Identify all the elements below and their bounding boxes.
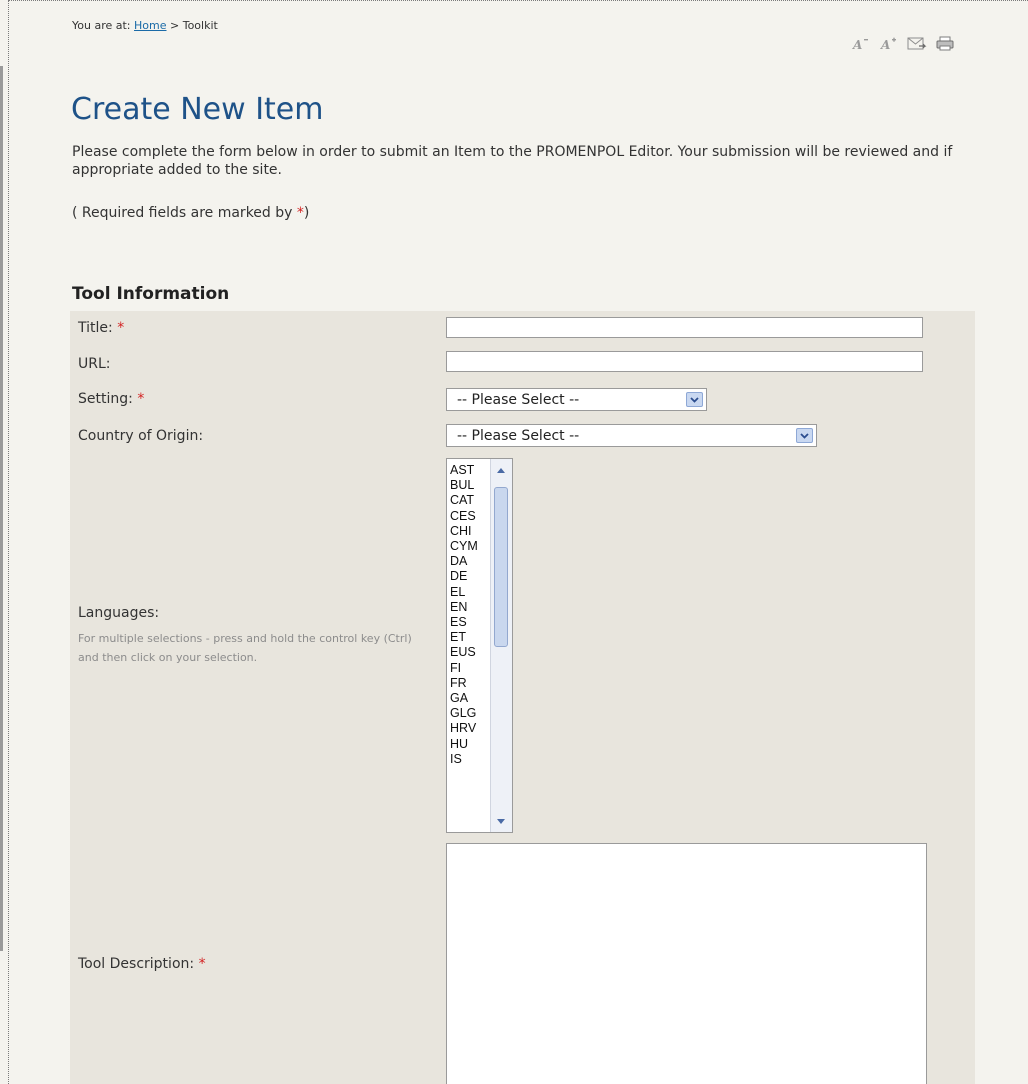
scroll-down-icon[interactable] bbox=[493, 813, 509, 829]
required-star: * bbox=[137, 391, 145, 407]
increase-font-icon[interactable]: A bbox=[879, 35, 899, 53]
breadcrumb-current: Toolkit bbox=[182, 19, 218, 32]
email-icon[interactable] bbox=[907, 35, 927, 53]
breadcrumb-home-link[interactable]: Home bbox=[134, 19, 166, 32]
page-frame-top bbox=[8, 0, 1028, 1]
required-note-close: ) bbox=[303, 205, 310, 221]
required-fields-note: ( Required fields are marked by *) bbox=[72, 205, 309, 221]
country-select-value: -- Please Select -- bbox=[457, 428, 580, 444]
breadcrumb: You are at: Home > Toolkit bbox=[72, 19, 218, 32]
url-label: URL: bbox=[78, 356, 111, 372]
print-icon[interactable] bbox=[935, 35, 955, 53]
page-tools: A A bbox=[851, 34, 955, 54]
title-label: Title: * bbox=[78, 320, 124, 336]
required-star: * bbox=[198, 956, 206, 972]
page-title: Create New Item bbox=[71, 92, 324, 127]
title-label-text: Title: bbox=[78, 320, 113, 336]
required-note-text: ( Required fields are marked by bbox=[72, 205, 297, 221]
url-input[interactable] bbox=[446, 351, 923, 372]
decrease-font-icon[interactable]: A bbox=[851, 35, 871, 53]
setting-select[interactable]: -- Please Select -- bbox=[446, 388, 707, 411]
listbox-scrollbar[interactable] bbox=[490, 459, 512, 832]
title-input[interactable] bbox=[446, 317, 923, 338]
setting-select-value: -- Please Select -- bbox=[457, 392, 580, 408]
breadcrumb-separator: > bbox=[170, 19, 180, 32]
description-textarea[interactable] bbox=[446, 843, 927, 1084]
scroll-up-icon[interactable] bbox=[493, 462, 509, 478]
languages-label: Languages: bbox=[78, 605, 160, 621]
scroll-thumb[interactable] bbox=[494, 487, 508, 647]
intro-text: Please complete the form below in order … bbox=[72, 144, 953, 178]
breadcrumb-prefix: You are at: bbox=[72, 19, 131, 32]
chevron-down-icon[interactable] bbox=[686, 392, 703, 407]
section-title: Tool Information bbox=[72, 284, 230, 304]
chevron-down-icon[interactable] bbox=[796, 428, 813, 443]
required-star: * bbox=[296, 205, 304, 221]
page-frame-left bbox=[8, 0, 9, 1084]
setting-label: Setting: * bbox=[78, 391, 144, 407]
description-label-text: Tool Description: bbox=[78, 956, 195, 972]
svg-text:A: A bbox=[852, 38, 862, 51]
required-star: * bbox=[117, 320, 125, 336]
country-label: Country of Origin: bbox=[78, 428, 204, 444]
outer-frame-bar bbox=[0, 66, 3, 951]
setting-label-text: Setting: bbox=[78, 391, 133, 407]
description-label: Tool Description: * bbox=[78, 956, 206, 972]
svg-text:A: A bbox=[880, 38, 890, 51]
languages-listbox[interactable]: AST BUL CAT CES CHI CYM DA DE EL EN ES ET EUS FI FR GA G… bbox=[446, 458, 513, 833]
languages-hint: For multiple selections - press and hold… bbox=[78, 632, 412, 664]
country-select[interactable]: -- Please Select -- bbox=[446, 424, 817, 447]
